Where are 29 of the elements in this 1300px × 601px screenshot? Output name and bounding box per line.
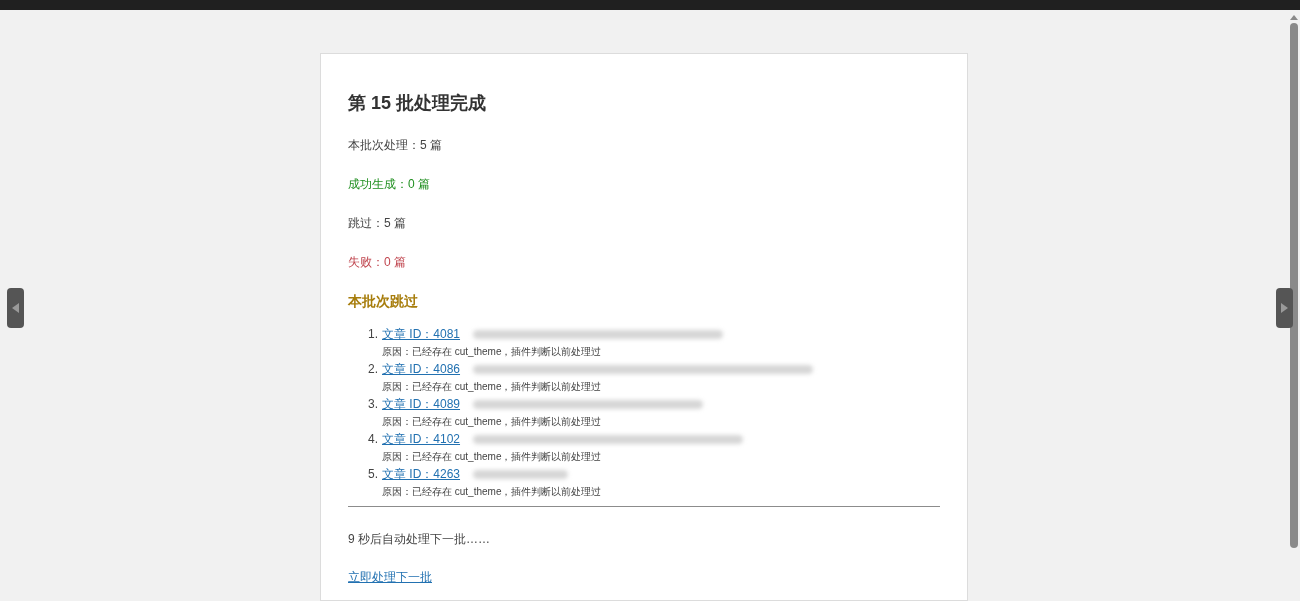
scroll-thumb[interactable] (1290, 23, 1298, 548)
skip-reason: 原因：已经存在 cut_theme，插件判断以前处理过 (382, 380, 602, 394)
article-link[interactable]: 文章 ID：4081 (382, 325, 461, 343)
stat-line: 成功生成：0 篇 (348, 176, 430, 193)
right-arrow-icon (1281, 303, 1288, 313)
article-link[interactable]: 文章 ID：4263 (382, 465, 461, 483)
list-number: 3. (368, 396, 379, 413)
left-arrow-icon (12, 303, 19, 313)
article-link[interactable]: 文章 ID：4102 (382, 430, 461, 448)
skip-reason: 原因：已经存在 cut_theme，插件判断以前处理过 (382, 345, 602, 359)
skip-reason: 原因：已经存在 cut_theme，插件判断以前处理过 (382, 485, 602, 499)
stat-line: 本批次处理：5 篇 (348, 137, 442, 154)
skip-reason: 原因：已经存在 cut_theme，插件判断以前处理过 (382, 450, 602, 464)
article-link[interactable]: 文章 ID：4086 (382, 360, 461, 378)
article-link[interactable]: 文章 ID：4089 (382, 395, 461, 413)
skip-reason: 原因：已经存在 cut_theme，插件判断以前处理过 (382, 415, 602, 429)
countdown-text: 9 秒后自动处理下一批…… (348, 531, 490, 548)
section-heading: 本批次跳过 (348, 292, 418, 311)
next-batch-link[interactable]: 立即处理下一批 (348, 568, 432, 586)
stat-line: 跳过：5 篇 (348, 215, 406, 232)
stat-line: 失败：0 篇 (348, 254, 406, 271)
list-number: 4. (368, 431, 379, 448)
scroll-up-icon[interactable] (1290, 14, 1298, 20)
previous-button[interactable] (7, 288, 24, 328)
next-button[interactable] (1276, 288, 1293, 328)
list-number: 5. (368, 466, 379, 483)
list-number: 2. (368, 361, 379, 378)
page-title: 第 15 批处理完成 (348, 92, 487, 115)
list-number: 1. (368, 326, 379, 343)
